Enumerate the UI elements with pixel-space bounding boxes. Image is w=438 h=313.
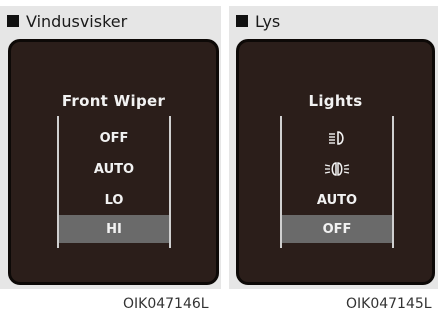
wiper-menu: OFF AUTO LO HI [57, 116, 171, 248]
wiper-screen-title: Front Wiper [61, 92, 166, 110]
wiper-option-lo[interactable]: LO [59, 186, 169, 214]
wiper-header: Vindusvisker [7, 9, 127, 33]
wiper-display-screen: Front Wiper OFF AUTO LO HI [8, 39, 219, 285]
wiper-option-off[interactable]: OFF [59, 124, 169, 152]
lights-option-auto[interactable]: AUTO [282, 186, 392, 214]
lights-figure-code: OIK047145L [346, 296, 432, 312]
headlight-icon [329, 131, 344, 145]
lights-menu: AUTO OFF [280, 116, 394, 248]
lights-display-screen: Lights AUTO OFF [236, 39, 435, 285]
lights-option-off[interactable]: OFF [282, 215, 392, 243]
lights-header: Lys [236, 9, 280, 33]
bullet-square-icon [236, 15, 248, 27]
lights-option-parking[interactable] [282, 155, 392, 183]
lights-panel: Lys Lights AUTO OFF [229, 6, 438, 289]
wiper-figure-code: OIK047146L [123, 296, 209, 312]
wiper-option-hi[interactable]: HI [59, 215, 169, 243]
lights-header-label: Lys [255, 11, 281, 31]
lights-screen-title: Lights [308, 92, 363, 110]
wiper-header-label: Vindusvisker [26, 11, 128, 31]
bullet-square-icon [7, 15, 19, 27]
parking-light-icon [324, 162, 350, 176]
wiper-panel: Vindusvisker Front Wiper OFF AUTO LO HI [0, 6, 221, 289]
lights-option-headlight[interactable] [282, 124, 392, 152]
wiper-option-auto[interactable]: AUTO [59, 155, 169, 183]
